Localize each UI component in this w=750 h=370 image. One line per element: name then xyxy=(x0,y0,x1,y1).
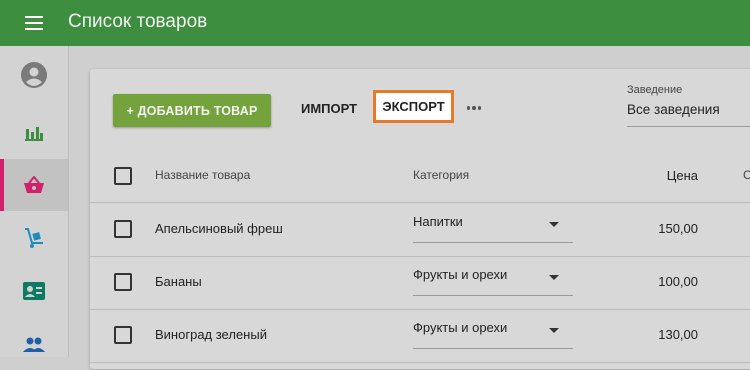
bar-chart-icon xyxy=(25,127,43,141)
header-extra: С xyxy=(743,168,750,182)
category-select[interactable]: Напитки xyxy=(413,214,573,243)
category-value: Напитки xyxy=(413,214,463,229)
product-price: 150,00 xyxy=(658,221,698,236)
app-bar: Список товаров xyxy=(0,0,750,46)
sidebar-item-supplies[interactable] xyxy=(0,212,68,264)
people-icon xyxy=(23,337,45,352)
sidebar-item-clients[interactable] xyxy=(0,318,68,370)
more-options-icon[interactable] xyxy=(465,99,483,117)
basket-icon xyxy=(24,176,44,193)
account-icon xyxy=(21,62,47,88)
table-header: Название товара Категория Цена С xyxy=(90,149,750,203)
sidebar-item-products[interactable] xyxy=(0,159,68,211)
category-value: Фрукты и орехи xyxy=(413,267,508,282)
row-checkbox[interactable] xyxy=(114,220,132,238)
hamburger-menu-icon[interactable] xyxy=(25,16,43,30)
category-select[interactable]: Фрукты и орехи xyxy=(413,267,573,296)
header-name[interactable]: Название товара xyxy=(155,168,250,182)
dropdown-caret-icon xyxy=(549,328,559,333)
header-price[interactable]: Цена xyxy=(667,168,698,183)
venue-label: Заведение xyxy=(627,84,683,96)
product-name: Бананы xyxy=(155,274,202,289)
dropdown-caret-icon xyxy=(549,275,559,280)
product-price: 130,00 xyxy=(658,327,698,342)
header-category[interactable]: Категория xyxy=(413,168,469,182)
category-value: Фрукты и орехи xyxy=(413,320,508,335)
category-select[interactable]: Фрукты и орехи xyxy=(413,320,573,349)
row-checkbox[interactable] xyxy=(114,326,132,344)
import-button[interactable]: ИМПОРТ xyxy=(301,101,357,116)
product-name: Виноград зеленый xyxy=(155,327,267,342)
venue-select[interactable]: Все заведения xyxy=(627,102,750,127)
page-title: Список товаров xyxy=(68,11,208,32)
product-price: 100,00 xyxy=(658,274,698,289)
dropdown-caret-icon xyxy=(549,222,559,227)
sidebar-item-employees[interactable] xyxy=(0,265,68,317)
table-row[interactable]: Виноград зеленый Фрукты и орехи 130,00 xyxy=(90,309,750,363)
sidebar xyxy=(0,46,69,357)
product-name: Апельсиновый фреш xyxy=(155,221,283,236)
hand-truck-icon xyxy=(25,228,43,248)
sidebar-item-reports[interactable] xyxy=(0,106,68,158)
table-row[interactable]: Бананы Фрукты и орехи 100,00 xyxy=(90,256,750,310)
add-product-button[interactable]: + ДОБАВИТЬ ТОВАР xyxy=(113,94,271,127)
row-checkbox[interactable] xyxy=(114,273,132,291)
table-row[interactable]: Апельсиновый фреш Напитки 150,00 xyxy=(90,203,750,257)
export-button[interactable]: ЭКСПОРТ xyxy=(373,90,454,123)
products-card: + ДОБАВИТЬ ТОВАР ИМПОРТ ЭКСПОРТ Заведени… xyxy=(90,69,750,369)
select-all-checkbox[interactable] xyxy=(114,167,132,185)
sidebar-item-account[interactable] xyxy=(0,49,68,101)
id-card-icon xyxy=(23,282,45,300)
